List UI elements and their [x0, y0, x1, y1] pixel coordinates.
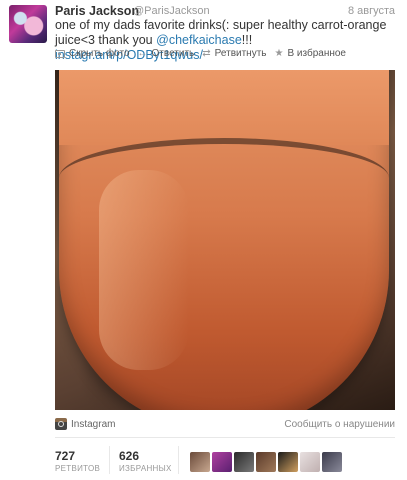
media-source-label: Instagram: [71, 418, 116, 430]
user-avatar[interactable]: [300, 452, 320, 472]
stat-separator: [178, 446, 179, 474]
retweets-label: РЕТВИТОВ: [55, 464, 101, 473]
user-avatar[interactable]: [256, 452, 276, 472]
tweet-date[interactable]: 8 августа: [348, 5, 395, 17]
user-avatar[interactable]: [190, 452, 210, 472]
photo-icon: [55, 49, 65, 58]
favorites-count: 626: [119, 449, 140, 463]
user-avatar[interactable]: [212, 452, 232, 472]
user-avatar[interactable]: [278, 452, 298, 472]
user-avatar[interactable]: [322, 452, 342, 472]
instagram-icon: [55, 418, 67, 430]
star-icon: ★: [274, 48, 284, 59]
author-avatar[interactable]: [9, 5, 47, 43]
report-link[interactable]: Сообщить о нарушении: [284, 419, 395, 430]
reply-label: Ответить: [151, 48, 195, 59]
favoriters-avatars: [190, 452, 342, 472]
favorites-label: ИЗБРАННЫХ: [119, 464, 172, 473]
reply-icon: ←: [137, 48, 148, 59]
retweets-count: 727: [55, 449, 76, 463]
tweet-text-part2: !!!: [241, 33, 253, 47]
favorite-button[interactable]: ★ В избранное: [275, 48, 347, 59]
hide-photo-label: Скрыть фото: [69, 48, 130, 59]
retweet-label: Ретвитнуть: [214, 48, 267, 59]
stat-separator: [109, 446, 110, 474]
retweets-stat[interactable]: 727 РЕТВИТОВ: [55, 449, 100, 473]
juice-glass: [59, 70, 389, 410]
author-name[interactable]: Paris Jackson: [55, 4, 139, 18]
divider: [55, 437, 395, 438]
retweet-icon: ⇄: [202, 48, 211, 59]
favorite-label: В избранное: [287, 48, 346, 59]
retweet-button[interactable]: ⇄ Ретвитнуть: [202, 48, 266, 59]
tweet-photo[interactable]: [55, 70, 395, 410]
tweet-actions: Скрыть фото ← Ответить ⇄ Ретвитнуть ★ В …: [55, 48, 346, 59]
hide-photo-button[interactable]: Скрыть фото: [55, 48, 130, 59]
user-avatar[interactable]: [234, 452, 254, 472]
media-source[interactable]: Instagram: [55, 418, 115, 430]
favorites-stat[interactable]: 626 ИЗБРАННЫХ: [119, 449, 172, 473]
mention-link[interactable]: @chefkaichase: [156, 33, 242, 47]
author-handle[interactable]: @ParisJackson: [133, 5, 210, 17]
reply-button[interactable]: ← Ответить: [138, 48, 195, 59]
